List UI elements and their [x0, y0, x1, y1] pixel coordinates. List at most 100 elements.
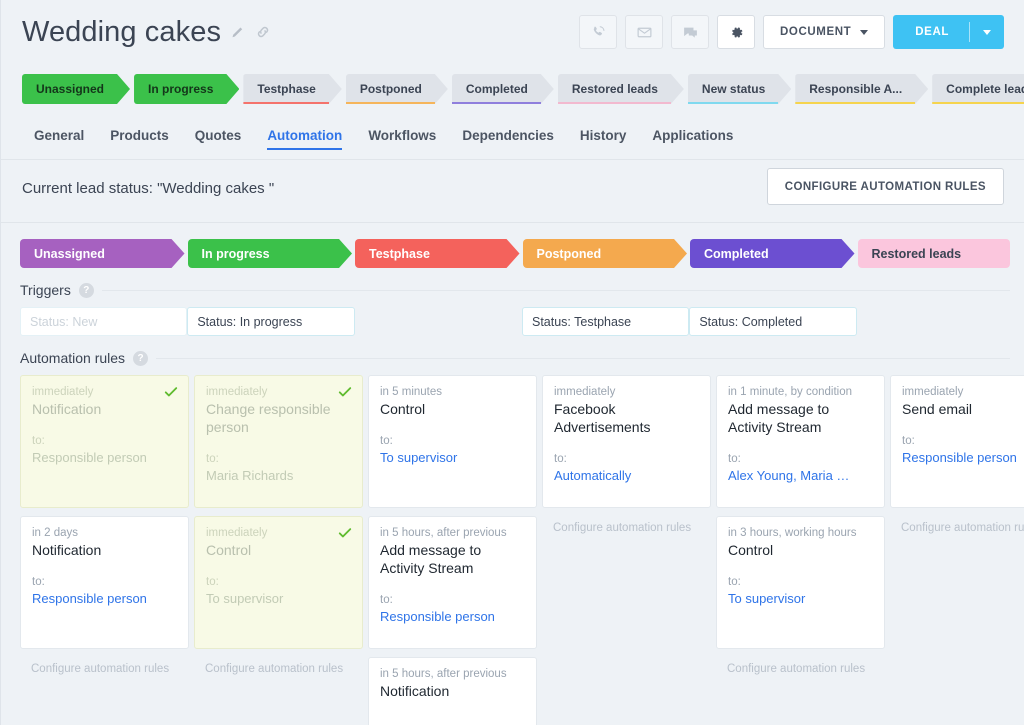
trigger-cell-1: Status: In progress	[187, 307, 355, 336]
settings-button[interactable]	[717, 15, 756, 49]
status-chip-5[interactable]: Restored leads	[558, 74, 684, 104]
stage-2[interactable]: Testphase	[355, 239, 520, 268]
trigger-cell-3: Status: Testphase	[521, 307, 690, 336]
status-chip-underline	[558, 102, 671, 105]
rule-when: immediately	[206, 386, 268, 398]
rule-recipient[interactable]: Automatically	[554, 468, 699, 483]
trigger-input-3[interactable]: Status: Testphase	[521, 307, 690, 336]
stage-3[interactable]: Postponed	[523, 239, 688, 268]
rule-when: in 2 days	[32, 527, 79, 539]
rule-recipient[interactable]: Responsible person	[32, 450, 177, 465]
rule-to-label: to:	[206, 452, 219, 465]
deal-dropdown-toggle[interactable]	[970, 29, 1004, 35]
rule-recipient[interactable]: Alex Young, Maria …	[728, 468, 873, 483]
tab-products[interactable]: Products	[110, 128, 169, 150]
status-chip-1[interactable]: In progress	[134, 74, 239, 104]
status-chip-6[interactable]: New status	[688, 74, 791, 104]
rule-recipient[interactable]: Responsible person	[380, 609, 525, 624]
automation-rule-card[interactable]: in 5 minutes Control to: To supervisor	[368, 375, 537, 508]
lead-status-row: Current lead status: "Wedding cakes " CO…	[0, 160, 1024, 222]
rule-when: immediately	[32, 386, 94, 398]
automation-rules-grid: immediately Notification to: Responsible pe…	[0, 366, 1024, 725]
link-icon[interactable]	[255, 24, 271, 40]
rule-when: in 5 hours, after previous	[380, 668, 507, 680]
automation-rule-card[interactable]: in 3 hours, working hours Control to: To su…	[716, 516, 885, 649]
automation-rule-card[interactable]: immediately Facebook Advertisements to: Aut…	[542, 375, 711, 508]
status-chip-label: Completed	[465, 82, 528, 96]
check-icon	[164, 385, 178, 399]
status-chip-7[interactable]: Responsible A...	[795, 74, 928, 104]
stage-0[interactable]: Unassigned	[20, 239, 185, 268]
rule-recipient[interactable]: Responsible person	[32, 591, 177, 606]
configure-rules-placeholder[interactable]: Configure automation rules	[542, 516, 716, 534]
triggers-row: Status: New Status: In progress Status: Te…	[0, 298, 1024, 336]
configure-rules-placeholder[interactable]: Configure automation rules	[716, 657, 890, 675]
tab-dependencies[interactable]: Dependencies	[462, 128, 554, 150]
status-chip-8[interactable]: Complete lead	[932, 74, 1024, 104]
status-chip-underline	[795, 102, 915, 105]
tab-history[interactable]: History	[580, 128, 627, 150]
tab-general[interactable]: General	[34, 128, 84, 150]
title-group: Wedding cakes	[22, 14, 271, 50]
rule-recipient[interactable]: To supervisor	[380, 450, 525, 465]
automation-rules-label: Automation rules	[20, 350, 126, 366]
automation-rule-card[interactable]: immediately Change responsible person to: M…	[194, 375, 363, 508]
trigger-cell-4: Status: Completed	[689, 307, 857, 336]
pencil-icon[interactable]	[230, 24, 246, 40]
call-button[interactable]	[579, 15, 618, 49]
status-chip-label: In progress	[148, 82, 214, 96]
rule-recipient[interactable]: To supervisor	[728, 591, 873, 606]
rules-column-0: immediately Notification to: Responsible pe…	[20, 375, 194, 675]
automation-rule-card[interactable]: in 5 hours, after previous Add message to…	[368, 516, 537, 649]
status-chip-label: Testphase	[257, 82, 316, 96]
status-chip-3[interactable]: Postponed	[346, 74, 448, 104]
chat-button[interactable]	[671, 15, 710, 49]
configure-rules-placeholder[interactable]: Configure automation rules	[194, 657, 368, 675]
status-chip-label: Unassigned	[36, 82, 105, 96]
rule-when: immediately	[902, 386, 964, 398]
trigger-input-4[interactable]: Status: Completed	[689, 307, 857, 336]
help-icon[interactable]: ?	[133, 350, 149, 366]
trigger-input-1[interactable]: Status: In progress	[187, 307, 355, 336]
status-chip-label: New status	[701, 82, 766, 96]
rule-when: in 5 minutes	[380, 386, 443, 398]
configure-automation-rules-button[interactable]: CONFIGURE AUTOMATION RULES	[766, 168, 1004, 205]
automation-rule-card[interactable]: immediately Notification to: Responsible pe…	[20, 375, 189, 508]
deal-button-group[interactable]: DEAL	[893, 15, 1004, 49]
rule-when: in 3 hours, working hours	[728, 527, 857, 539]
stage-1[interactable]: In progress	[188, 239, 353, 268]
status-chip-4[interactable]: Completed	[452, 74, 554, 104]
status-chip-2[interactable]: Testphase	[243, 74, 341, 104]
automation-rule-card[interactable]: immediately Control to: To supervisor	[194, 516, 363, 649]
email-button[interactable]	[625, 15, 664, 49]
rule-recipient[interactable]: To supervisor	[206, 591, 351, 606]
stage-5[interactable]: Restored leads	[857, 239, 1010, 268]
document-dropdown-button[interactable]: DOCUMENT	[763, 15, 886, 49]
trigger-input-0[interactable]: Status: New	[20, 307, 188, 336]
configure-rules-placeholder[interactable]: Configure automation rules	[890, 516, 1024, 534]
triggers-section-header: Triggers ?	[0, 268, 1024, 298]
status-chip-0[interactable]: Unassigned	[22, 74, 130, 104]
tab-applications[interactable]: Applications	[652, 128, 733, 150]
chat-icon	[682, 24, 699, 41]
automation-rule-card[interactable]: in 1 minute, by condition Add message to …	[716, 375, 885, 508]
rule-recipient[interactable]: Maria Richards	[206, 468, 351, 483]
stage-4[interactable]: Completed	[690, 239, 855, 268]
help-icon[interactable]: ?	[78, 282, 94, 298]
status-chip-underline	[243, 102, 328, 105]
tab-quotes[interactable]: Quotes	[195, 128, 242, 150]
status-chip-bar: Unassigned In progress Testphase Postponed C…	[22, 74, 1024, 108]
rule-to-label: to:	[32, 575, 45, 588]
configure-rules-placeholder[interactable]: Configure automation rules	[20, 657, 194, 675]
automation-rule-card[interactable]: in 5 hours, after previous Notification	[368, 657, 537, 725]
automation-rule-card[interactable]: in 2 days Notification to: Responsible pers…	[20, 516, 189, 649]
tab-automation[interactable]: Automation	[267, 128, 343, 150]
rule-recipient[interactable]: Responsible person	[902, 450, 1024, 465]
rule-to-label: to:	[728, 452, 741, 465]
rule-when: immediately	[554, 386, 616, 398]
rule-to-label: to:	[380, 434, 393, 447]
rule-action: Notification	[380, 683, 450, 699]
automation-rule-card[interactable]: immediately Send email to: Responsible pers…	[890, 375, 1024, 508]
tab-workflows[interactable]: Workflows	[368, 128, 436, 150]
rule-action: Send email	[902, 401, 973, 417]
